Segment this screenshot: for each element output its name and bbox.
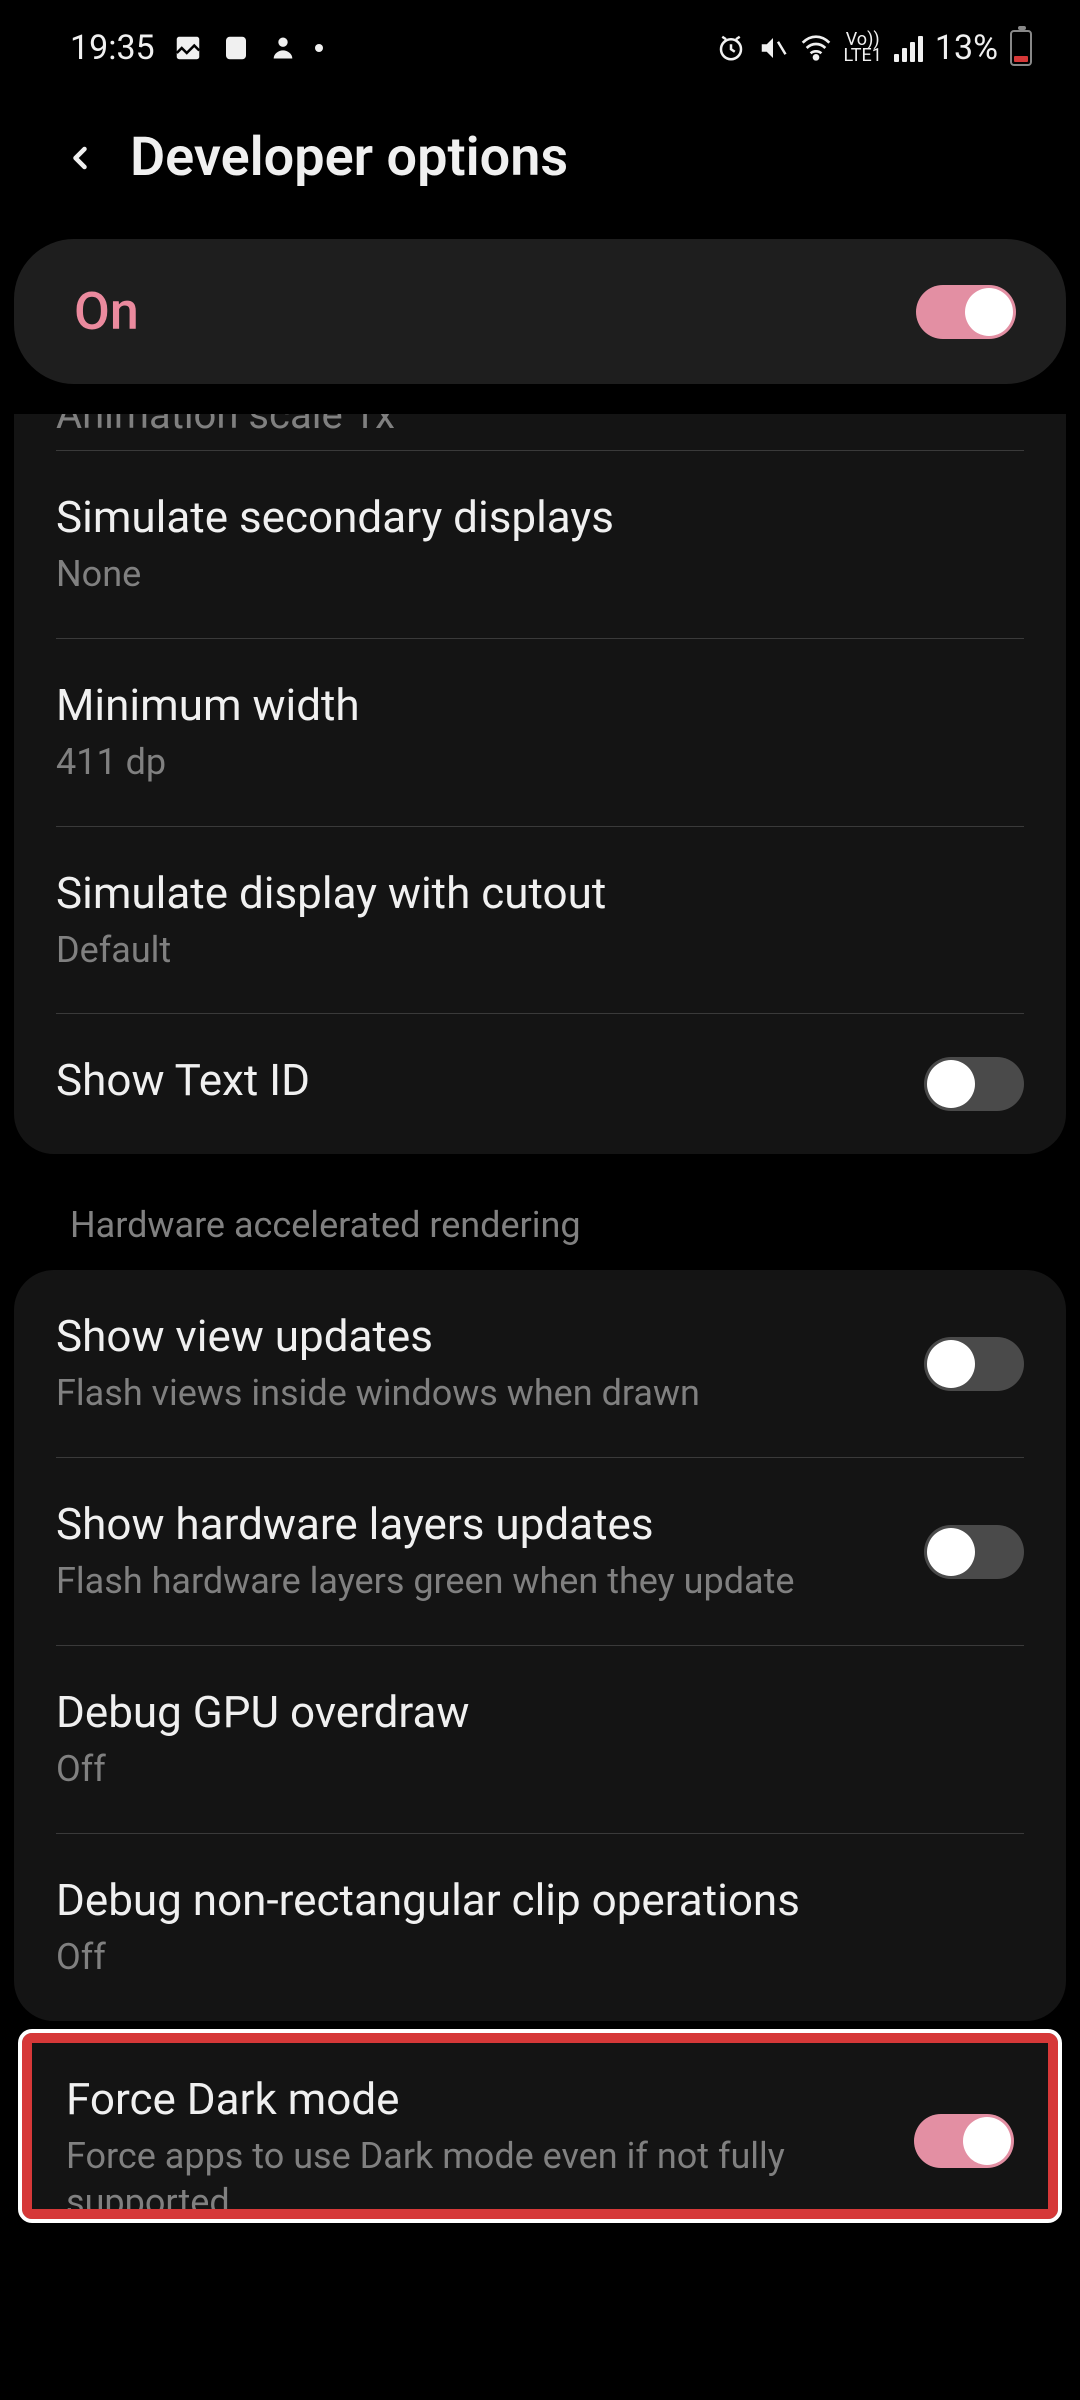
item-subtitle: 411 dp (56, 739, 1024, 786)
gallery-icon (173, 33, 203, 63)
item-force-dark-mode[interactable]: Force Dark mode Force apps to use Dark m… (32, 2043, 1048, 2209)
status-bar: 19:35 Vo)) LTE1 13% (0, 0, 1080, 96)
item-subtitle: Default (56, 927, 1024, 974)
dot-icon (315, 44, 323, 52)
wifi-icon (800, 32, 832, 64)
notes-icon (221, 33, 251, 63)
master-toggle-label: On (74, 281, 139, 342)
item-title: Debug non-rectangular clip operations (56, 1874, 1024, 1926)
app-header: Developer options (0, 96, 1080, 239)
person-icon (269, 34, 297, 62)
truncated-item[interactable]: Animation scale 1x (14, 414, 1066, 450)
page-title: Developer options (130, 126, 568, 189)
status-right: Vo)) LTE1 13% (716, 28, 1033, 68)
item-title: Simulate secondary displays (56, 491, 1024, 543)
item-subtitle: Force apps to use Dark mode even if not … (66, 2133, 894, 2209)
item-show-view-updates[interactable]: Show view updates Flash views inside win… (14, 1270, 1066, 1457)
toggle-show-text-id[interactable] (924, 1057, 1024, 1111)
battery-icon (1010, 30, 1032, 66)
settings-card-1: Animation scale 1x Simulate secondary di… (14, 414, 1066, 1154)
item-simulate-secondary-displays[interactable]: Simulate secondary displays None (14, 451, 1066, 638)
item-minimum-width[interactable]: Minimum width 411 dp (14, 639, 1066, 826)
toggle-show-view-updates[interactable] (924, 1337, 1024, 1391)
item-subtitle: Off (56, 1934, 1024, 1981)
item-subtitle: Flash views inside windows when drawn (56, 1370, 904, 1417)
status-left: 19:35 (70, 28, 323, 68)
item-title: Show Text ID (56, 1054, 904, 1106)
item-subtitle: Off (56, 1746, 1024, 1793)
item-debug-gpu-overdraw[interactable]: Debug GPU overdraw Off (14, 1646, 1066, 1833)
master-toggle-row[interactable]: On (14, 239, 1066, 384)
alarm-icon (716, 33, 746, 63)
item-show-text-id[interactable]: Show Text ID (14, 1014, 1066, 1154)
item-title: Simulate display with cutout (56, 867, 1024, 919)
toggle-force-dark-mode[interactable] (914, 2114, 1014, 2168)
item-subtitle: Flash hardware layers green when they up… (56, 1558, 904, 1605)
network-label: Vo)) LTE1 (844, 32, 882, 64)
battery-percent: 13% (935, 28, 998, 68)
item-title: Show view updates (56, 1310, 904, 1362)
item-debug-clip-operations[interactable]: Debug non-rectangular clip operations Of… (14, 1834, 1066, 2021)
item-title: Minimum width (56, 679, 1024, 731)
item-simulate-display-cutout[interactable]: Simulate display with cutout Default (14, 827, 1066, 1014)
highlighted-item-force-dark: Force Dark mode Force apps to use Dark m… (22, 2033, 1058, 2219)
mute-icon (758, 33, 788, 63)
toggle-show-hardware-layers[interactable] (924, 1525, 1024, 1579)
item-title: Debug GPU overdraw (56, 1686, 1024, 1738)
section-header-hw-rendering: Hardware accelerated rendering (14, 1154, 1066, 1270)
settings-card-2: Show view updates Flash views inside win… (14, 1270, 1066, 2020)
back-icon[interactable] (60, 138, 100, 178)
item-show-hardware-layers[interactable]: Show hardware layers updates Flash hardw… (14, 1458, 1066, 1645)
item-title: Force Dark mode (66, 2073, 894, 2125)
item-subtitle: None (56, 551, 1024, 598)
master-toggle[interactable] (916, 285, 1016, 339)
signal-icon (894, 34, 923, 62)
status-time: 19:35 (70, 28, 155, 68)
item-title: Show hardware layers updates (56, 1498, 904, 1550)
